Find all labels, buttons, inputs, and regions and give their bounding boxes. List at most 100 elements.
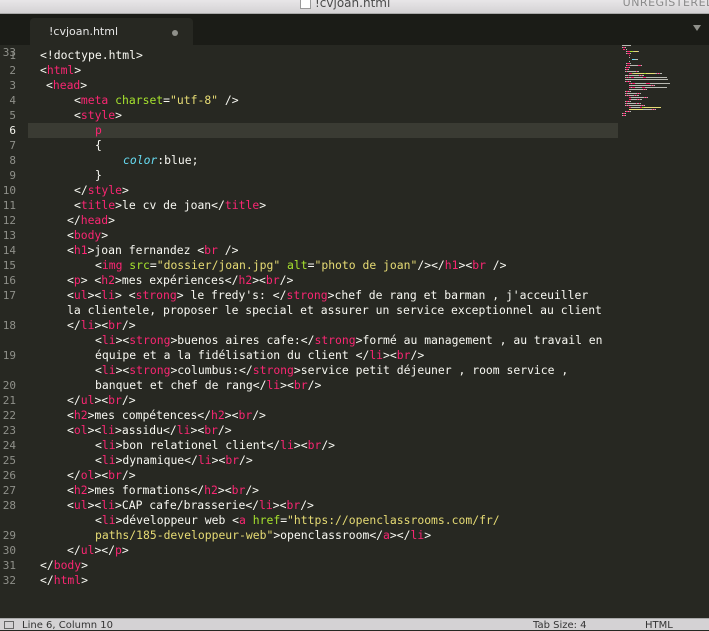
code-token: strong — [286, 288, 328, 302]
code-line: <h2>mes formations</h2><br/> — [67, 483, 259, 498]
code-token: < — [40, 63, 47, 77]
code-token: head — [52, 78, 81, 92]
code-token: br — [231, 483, 246, 497]
code-token: alt — [287, 258, 308, 272]
code-token: >< — [458, 258, 473, 272]
code-token: /></ — [417, 258, 445, 272]
code-line: <h2>mes compétences</h2><br/> — [67, 408, 266, 423]
line-number: 3 — [9, 79, 16, 92]
code-token: >< — [115, 363, 130, 377]
code-token: < — [40, 48, 47, 62]
minimap-line — [640, 93, 642, 94]
code-token: > — [121, 543, 129, 557]
code-line: la clientele, proposer le special et ass… — [67, 303, 602, 318]
line-number: 11 — [2, 199, 16, 212]
minimap-line — [646, 77, 668, 78]
code-token: >< — [94, 393, 109, 407]
tab-list-chevron-icon[interactable] — [691, 22, 703, 36]
code-line: </ul></p> — [67, 543, 129, 558]
minimap[interactable] — [618, 45, 698, 120]
line-number: 32 — [2, 574, 16, 587]
code-token: </ — [74, 183, 88, 197]
code-token: >< — [94, 468, 109, 482]
code-token: br — [286, 498, 301, 512]
code-token: li — [197, 453, 212, 467]
line-number: 2 — [9, 64, 16, 77]
code-token: > — [424, 528, 432, 542]
line-number: 19 — [2, 349, 16, 362]
minimap-line — [627, 93, 637, 94]
code-token: li — [259, 498, 273, 512]
code-token: </ — [67, 213, 81, 227]
line-number: 18 — [2, 319, 16, 332]
code-token: title — [80, 198, 116, 212]
code-line: </html> — [40, 573, 88, 588]
code-token: </ — [67, 543, 81, 557]
code-token: > < — [80, 273, 102, 287]
code-token: banquet et chef de rang</ — [95, 378, 267, 392]
window-title-text: !cvjoan.html — [315, 0, 391, 10]
code-token: >chef de rang et barman , j'acceuiller — [327, 288, 589, 302]
code-token: title — [224, 198, 260, 212]
code-token: >bon relationel client</ — [115, 438, 281, 452]
minimap-line — [640, 99, 642, 100]
code-token: < — [67, 273, 74, 287]
code-token: >< — [280, 378, 294, 392]
code-token: > — [136, 48, 143, 62]
minimap-line — [649, 83, 670, 84]
code-token: /> — [307, 378, 322, 392]
code-token: ul — [80, 393, 95, 407]
code-token: paths/185-developpeur-web" — [95, 528, 274, 542]
line-number: 13 — [2, 229, 16, 242]
code-line: </ul><br/> — [67, 393, 136, 408]
line-number: 28 — [2, 499, 16, 512]
code-token: html — [46, 63, 75, 77]
code-token: </ — [67, 468, 81, 482]
code-token: ol — [73, 423, 88, 437]
code-token: /> — [217, 423, 232, 437]
code-token: h2 — [204, 483, 218, 497]
code-token: < — [95, 258, 102, 272]
code-token: li — [369, 348, 384, 362]
code-token: strong — [129, 363, 171, 377]
code-token: ></ — [94, 543, 116, 557]
code-token: ul — [80, 543, 95, 557]
code-line: <li><strong>buenos aires cafe:</strong>f… — [95, 333, 603, 348]
code-token: /> — [239, 453, 253, 467]
vertical-scrollbar[interactable] — [701, 45, 709, 615]
tab-size-selector[interactable]: Tab Size: 4 — [533, 620, 587, 631]
code-token: meta — [80, 93, 116, 107]
code-token: br — [108, 318, 122, 332]
line-number: 15 — [2, 259, 16, 272]
minimap-line — [628, 67, 630, 68]
code-token: a — [383, 528, 390, 542]
line-number: 29 — [2, 529, 16, 542]
code-line: </style> — [74, 183, 129, 198]
minimap-line — [644, 87, 667, 88]
code-token: li — [101, 333, 116, 347]
minimap-line — [634, 83, 647, 84]
code-token: >< — [217, 483, 232, 497]
minimap-line — [628, 57, 630, 58]
code-line: <head> — [46, 78, 87, 93]
code-token: ul — [73, 288, 88, 302]
code-token: < — [67, 228, 74, 242]
line-number: 6 — [9, 124, 16, 137]
code-token: /> — [218, 93, 239, 107]
code-token: h2 — [73, 408, 88, 422]
code-token: > < — [115, 288, 136, 302]
minimap-line — [622, 45, 630, 46]
code-token: > — [80, 78, 88, 92]
code-token: la clientele, proposer le special et ass… — [67, 303, 602, 317]
panel-toggle-icon[interactable] — [4, 621, 14, 629]
minimap-line — [629, 53, 631, 54]
unsaved-dot-icon[interactable] — [172, 30, 178, 36]
minimap-line — [654, 85, 656, 86]
minimap-line — [635, 59, 639, 60]
code-token: html — [53, 573, 82, 587]
line-number: 4 — [9, 94, 16, 107]
tab-cvjoan[interactable]: !cvjoan.html — [30, 18, 193, 45]
syntax-selector[interactable]: HTML — [645, 620, 673, 631]
minimap-line — [630, 63, 632, 64]
code-token: >< — [87, 498, 102, 512]
